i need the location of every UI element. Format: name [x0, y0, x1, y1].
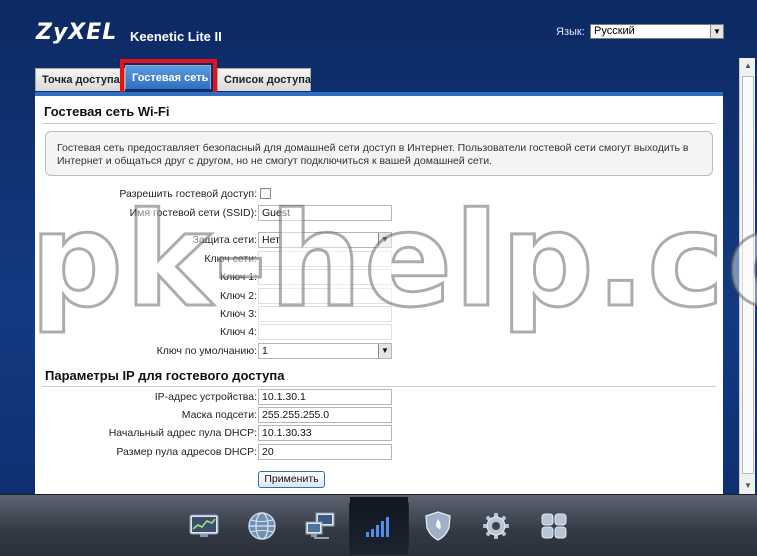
dock-apps-button[interactable]: [525, 497, 583, 555]
dock-security-button[interactable]: [409, 497, 467, 555]
tab-access-point[interactable]: Точка доступа: [35, 68, 125, 91]
title-divider: [42, 123, 716, 124]
mask-label: Маска подсети:: [181, 409, 257, 421]
mask-row: Маска подсети: 255.255.255.0: [35, 407, 723, 424]
key3-input[interactable]: [258, 306, 392, 322]
default-key-label: Ключ по умолчанию:: [156, 345, 257, 357]
shield-icon: [425, 511, 451, 541]
model-name: Keenetic Lite II: [130, 29, 222, 44]
pool-size-input[interactable]: 20: [258, 444, 392, 460]
allow-guest-row: Разрешить гостевой доступ:: [35, 186, 723, 203]
scroll-thumb[interactable]: [742, 76, 754, 474]
allow-guest-label: Разрешить гостевой доступ:: [119, 188, 257, 200]
ssid-row: Имя гостевой сети (SSID): Guest: [35, 205, 723, 222]
language-label: Язык:: [556, 26, 585, 38]
key4-label: Ключ 4:: [219, 326, 257, 338]
default-key-select[interactable]: 1 ▼: [258, 343, 392, 359]
security-label: Защита сети:: [192, 234, 257, 246]
key4-row: Ключ 4:: [35, 324, 723, 341]
key4-input[interactable]: [258, 324, 392, 340]
tab-access-list[interactable]: Список доступа: [217, 68, 311, 91]
ip-label: IP-адрес устройства:: [154, 391, 257, 403]
key3-row: Ключ 3:: [35, 306, 723, 323]
netkey-input[interactable]: [258, 251, 392, 267]
default-key-value: 1: [262, 345, 268, 357]
mask-input[interactable]: 255.255.255.0: [258, 407, 392, 423]
grid-apps-icon: [541, 513, 567, 539]
main-panel: Гостевая сеть Wi-Fi Гостевая сеть предос…: [35, 92, 723, 494]
globe-icon: [248, 512, 276, 540]
ip-row: IP-адрес устройства: 10.1.30.1: [35, 389, 723, 406]
dock-home-network-button[interactable]: [291, 497, 349, 555]
dhcp-start-row: Начальный адрес пула DHCP: 10.1.30.33: [35, 425, 723, 442]
header: ZyXEL Keenetic Lite II Язык: Русский ▼: [0, 0, 757, 68]
netkey-label: Ключ сети:: [204, 253, 257, 265]
ip-section-title: Параметры IP для гостевого доступа: [45, 368, 285, 383]
network-computers-icon: [305, 512, 335, 539]
security-value: Нет: [262, 234, 280, 246]
security-row: Защита сети: Нет ▼: [35, 232, 723, 249]
pool-size-row: Размер пула адресов DHCP: 20: [35, 444, 723, 461]
key1-row: Ключ 1:: [35, 269, 723, 286]
bottom-dock: [0, 494, 757, 556]
scroll-down-icon[interactable]: ▼: [740, 478, 756, 494]
ip-title-divider: [42, 386, 716, 387]
monitor-chart-icon: [189, 514, 219, 537]
key2-row: Ключ 2:: [35, 288, 723, 305]
page-title: Гостевая сеть Wi-Fi: [44, 104, 170, 119]
language-select[interactable]: Русский ▼: [590, 24, 724, 39]
chevron-down-icon[interactable]: ▼: [378, 344, 391, 358]
scroll-up-icon[interactable]: ▲: [740, 58, 756, 74]
dhcp-start-input[interactable]: 10.1.30.33: [258, 425, 392, 441]
language-value: Русский: [594, 25, 635, 37]
default-key-row: Ключ по умолчанию: 1 ▼: [35, 343, 723, 360]
dock-system-button[interactable]: [467, 497, 525, 555]
apply-button[interactable]: Применить: [258, 471, 325, 488]
key2-input[interactable]: [258, 288, 392, 304]
key3-label: Ключ 3:: [219, 308, 257, 320]
scrollbar[interactable]: ▲ ▼: [739, 58, 755, 494]
ssid-input[interactable]: Guest: [258, 205, 392, 221]
allow-guest-checkbox[interactable]: [260, 188, 271, 199]
gear-icon: [483, 513, 509, 539]
chevron-down-icon[interactable]: ▼: [378, 233, 391, 247]
pool-size-label: Размер пула адресов DHCP:: [116, 446, 257, 458]
netkey-row: Ключ сети:: [35, 251, 723, 268]
key1-label: Ключ 1:: [219, 271, 257, 283]
wifi-signal-icon: [366, 517, 389, 537]
ip-input[interactable]: 10.1.30.1: [258, 389, 392, 405]
dock-monitor-button[interactable]: [175, 497, 233, 555]
key2-label: Ключ 2:: [219, 290, 257, 302]
dhcp-start-label: Начальный адрес пула DHCP:: [108, 427, 257, 439]
dock-wifi-button[interactable]: [350, 497, 408, 555]
info-box: Гостевая сеть предоставляет безопасный д…: [45, 131, 713, 176]
key1-input[interactable]: [258, 269, 392, 285]
ssid-label: Имя гостевой сети (SSID):: [129, 207, 257, 219]
zyxel-logo: ZyXEL: [36, 20, 118, 45]
chevron-down-icon[interactable]: ▼: [710, 25, 723, 38]
dock-internet-button[interactable]: [233, 497, 291, 555]
security-select[interactable]: Нет ▼: [258, 232, 392, 248]
